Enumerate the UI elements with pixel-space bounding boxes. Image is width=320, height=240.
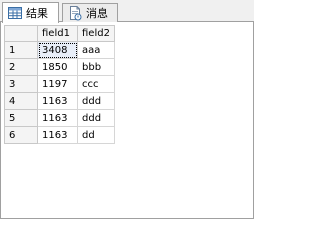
- column-header-field2[interactable]: field2: [77, 25, 115, 42]
- cell-field1[interactable]: 1163: [37, 92, 78, 110]
- cell-field2[interactable]: bbb: [77, 58, 115, 76]
- cell-field2[interactable]: ccc: [77, 75, 115, 93]
- row-number[interactable]: 6: [4, 126, 38, 144]
- cell-field2[interactable]: ddd: [77, 109, 115, 127]
- results-window: 结果 消息 field1 field2 1 3408 aaa 2 1850 bb…: [0, 0, 254, 219]
- tab-messages-label: 消息: [86, 7, 108, 20]
- tab-results-label: 结果: [26, 7, 48, 20]
- table-row[interactable]: 5 1163 ddd: [4, 109, 115, 127]
- cell-field2[interactable]: aaa: [77, 41, 115, 59]
- table-row[interactable]: 1 3408 aaa: [4, 41, 115, 59]
- row-number[interactable]: 1: [4, 41, 38, 59]
- tab-strip: 结果 消息: [0, 0, 254, 23]
- row-number[interactable]: 5: [4, 109, 38, 127]
- table-row[interactable]: 4 1163 ddd: [4, 92, 115, 110]
- grid-icon: [8, 7, 22, 19]
- cell-field1[interactable]: 1163: [37, 109, 78, 127]
- results-grid-pane[interactable]: field1 field2 1 3408 aaa 2 1850 bbb 3 11…: [0, 22, 254, 219]
- cell-field1[interactable]: 1197: [37, 75, 78, 93]
- cell-field2[interactable]: ddd: [77, 92, 115, 110]
- row-number[interactable]: 2: [4, 58, 38, 76]
- cell-field1[interactable]: 3408: [37, 41, 78, 59]
- results-grid[interactable]: field1 field2 1 3408 aaa 2 1850 bbb 3 11…: [4, 25, 115, 144]
- grid-corner[interactable]: [4, 25, 38, 42]
- column-header-field1[interactable]: field1: [37, 25, 78, 42]
- message-icon: [70, 6, 82, 21]
- cell-field2[interactable]: dd: [77, 126, 115, 144]
- grid-header-row: field1 field2: [4, 25, 115, 42]
- cell-field1[interactable]: 1163: [37, 126, 78, 144]
- table-row[interactable]: 6 1163 dd: [4, 126, 115, 144]
- row-number[interactable]: 3: [4, 75, 38, 93]
- table-row[interactable]: 3 1197 ccc: [4, 75, 115, 93]
- cell-field1[interactable]: 1850: [37, 58, 78, 76]
- table-row[interactable]: 2 1850 bbb: [4, 58, 115, 76]
- tab-results[interactable]: 结果: [2, 2, 59, 23]
- tab-messages[interactable]: 消息: [62, 3, 118, 22]
- row-number[interactable]: 4: [4, 92, 38, 110]
